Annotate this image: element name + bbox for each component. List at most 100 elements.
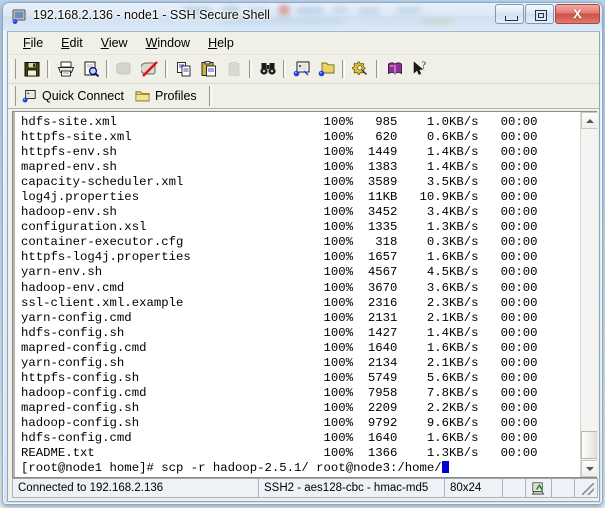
profiles-folder-icon <box>135 91 150 102</box>
terminal-transfer-row: container-executor.cfg 100% 318 0.3KB/s … <box>21 235 538 250</box>
terminal-scrollbar[interactable] <box>580 112 597 477</box>
window-client-area: File Edit View Window Help ? Quick Conne… <box>7 31 600 502</box>
scroll-down-button[interactable] <box>581 460 597 477</box>
text-cursor <box>441 461 450 474</box>
print-preview-button[interactable] <box>78 57 103 81</box>
connect-button[interactable] <box>112 57 137 81</box>
close-icon: X <box>573 6 582 22</box>
quick-connect-label: Quick Connect <box>42 89 124 103</box>
window-controls: X <box>494 4 600 24</box>
shell-prompt: [root@node1 home]# <box>21 461 154 476</box>
quickbar-divider <box>208 86 212 106</box>
toolbar-separator <box>283 60 286 78</box>
save-button[interactable] <box>19 57 44 81</box>
terminal-transfer-row: hdfs-site.xml 100% 985 1.0KB/s 00:00 <box>21 115 538 129</box>
terminal-transfer-row: httpfs-config.sh 100% 5749 5.6KB/s 00:00 <box>21 370 538 385</box>
new-terminal-button[interactable] <box>289 57 314 81</box>
paste-icon <box>201 61 216 77</box>
menu-item-edit[interactable]: Edit <box>52 34 92 52</box>
menu-item-label: dit <box>69 36 83 50</box>
terminal-transfer-row: httpfs-site.xml 100% 620 0.6KB/s 00:00 <box>21 130 538 145</box>
find-button[interactable] <box>255 57 280 81</box>
terminal-screen[interactable]: hdfs-site.xml 100% 985 1.0KB/s 00:00 http… <box>13 112 579 477</box>
print-button[interactable] <box>53 57 78 81</box>
status-encryption-indicator[interactable] <box>525 478 552 498</box>
toolbar-grip[interactable] <box>11 59 16 79</box>
scroll-up-button[interactable] <box>581 112 597 129</box>
terminal-transfer-row: mapred-config.sh 100% 2209 2.2KB/s 00:00 <box>21 400 538 415</box>
toolbar-separator <box>342 60 345 78</box>
new-terminal-icon <box>293 61 309 77</box>
svg-text:?: ? <box>421 60 426 71</box>
menu-item-label: indow <box>157 36 191 50</box>
settings-icon <box>351 61 367 75</box>
settings-button[interactable] <box>348 57 373 81</box>
terminal-transfer-row: log4j.properties 100% 11KB 10.9KB/s 00:0… <box>21 190 538 205</box>
profiles-button[interactable]: Profiles <box>132 85 205 107</box>
window-titlebar[interactable]: 192.168.2.136 - node1 - SSH Secure Shell… <box>3 3 602 31</box>
terminal-transfer-row: README.txt 100% 1366 1.3KB/s 00:00 <box>21 446 538 461</box>
resize-grip[interactable] <box>574 478 598 498</box>
help-button[interactable] <box>382 57 407 81</box>
menu-accel: F <box>23 36 31 50</box>
status-slot-1 <box>502 478 526 498</box>
print-preview-icon <box>84 61 99 78</box>
terminal-transfer-row: hadoop-config.sh 100% 9792 9.6KB/s 00:00 <box>21 415 538 430</box>
terminal-prompt-row: [root@node1 home]# scp -r hadoop-2.5.1/ … <box>21 461 579 476</box>
menu-accel: W <box>145 36 158 50</box>
terminal-panel[interactable]: hdfs-site.xml 100% 985 1.0KB/s 00:00 http… <box>12 111 597 478</box>
toolbar-separator <box>47 60 50 78</box>
terminal-transfer-row: hadoop-config.cmd 100% 7958 7.8KB/s 00:0… <box>21 385 538 400</box>
copy-icon <box>176 62 190 77</box>
terminal-transfer-row: hdfs-config.sh 100% 1427 1.4KB/s 00:00 <box>21 325 538 340</box>
quick-connect-button[interactable]: Quick Connect <box>19 85 132 107</box>
maximize-icon <box>535 10 547 21</box>
close-button[interactable]: X <box>555 4 600 24</box>
toolbar-separator <box>376 60 379 78</box>
clipboard-button[interactable] <box>221 57 246 81</box>
terminal-transfer-row: mapred-config.cmd 100% 1640 1.6KB/s 00:0… <box>21 340 538 355</box>
minimize-icon <box>505 16 518 21</box>
menu-item-help[interactable]: Help <box>199 34 243 52</box>
ssh-app-icon <box>11 8 28 25</box>
toolbar-separator <box>165 60 168 78</box>
disconnect-icon <box>140 61 158 77</box>
encryption-icon <box>531 481 545 494</box>
menu-item-window[interactable]: Window <box>137 34 199 52</box>
menu-item-file[interactable]: File <box>14 34 52 52</box>
screenshot-root: 192.168.2.136 - node1 - SSH Secure Shell… <box>0 0 605 508</box>
menu-accel: H <box>208 36 218 50</box>
terminal-transfer-row: hdfs-config.cmd 100% 1640 1.6KB/s 00:00 <box>21 430 538 445</box>
scrollbar-thumb[interactable] <box>581 431 597 459</box>
new-file-transfer-button[interactable] <box>314 57 339 81</box>
quickbar-grip[interactable] <box>11 86 16 106</box>
menu-item-view[interactable]: View <box>92 34 137 52</box>
print-icon <box>57 61 74 77</box>
terminal-transfer-row: yarn-env.sh 100% 4567 4.5KB/s 00:00 <box>21 265 538 280</box>
find-icon <box>259 63 276 75</box>
terminal-transfer-row: yarn-config.sh 100% 2134 2.1KB/s 00:00 <box>21 355 538 370</box>
terminal-transfer-row: httpfs-log4j.properties 100% 1657 1.6KB/… <box>21 250 538 265</box>
terminal-transfer-row: httpfs-env.sh 100% 1449 1.4KB/s 00:00 <box>21 145 538 160</box>
context-help-button[interactable]: ? <box>407 57 432 81</box>
menu-accel: E <box>61 36 70 50</box>
menu-item-label: iew <box>108 36 128 50</box>
maximize-button[interactable] <box>525 4 554 24</box>
terminal-transfer-row: hadoop-env.sh 100% 3452 3.4KB/s 00:00 <box>21 205 538 220</box>
menu-accel: V <box>100 36 109 50</box>
terminal-transfer-row: hadoop-env.cmd 100% 3670 3.6KB/s 00:00 <box>21 280 538 295</box>
terminal-transfer-row: ssl-client.xml.example 100% 2316 2.3KB/s… <box>21 295 538 310</box>
new-file-transfer-icon <box>318 62 334 77</box>
quick-connect-icon <box>22 89 36 102</box>
paste-button[interactable] <box>196 57 221 81</box>
chevron-up-icon <box>585 118 594 123</box>
minimize-button[interactable] <box>495 4 524 24</box>
ssh-window: 192.168.2.136 - node1 - SSH Secure Shell… <box>2 2 603 505</box>
help-book-icon <box>387 62 402 75</box>
chevron-down-icon <box>585 466 594 471</box>
status-slot-2 <box>551 478 575 498</box>
toolbar-separator <box>106 60 109 78</box>
copy-button[interactable] <box>171 57 196 81</box>
context-help-icon: ? <box>413 60 426 75</box>
disconnect-button[interactable] <box>137 57 162 81</box>
